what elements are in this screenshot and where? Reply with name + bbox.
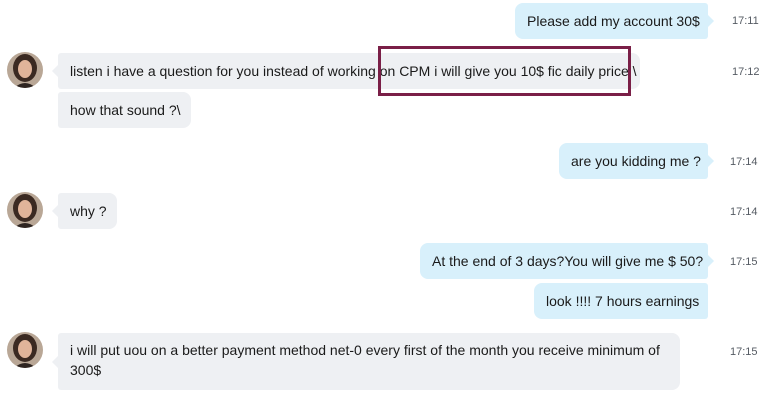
- message-bubble-incoming[interactable]: why ?: [52, 193, 117, 229]
- message-text: how that sound ?\: [70, 102, 181, 118]
- message-timestamp: 17:11: [732, 15, 759, 27]
- contact-avatar-icon: [7, 192, 43, 228]
- message-text: i will put uou on a better payment metho…: [70, 342, 660, 378]
- message-text: listen i have a question for you instead…: [70, 63, 637, 79]
- avatar[interactable]: [7, 192, 43, 228]
- message-text: At the end of 3 days?You will give me $ …: [432, 253, 704, 269]
- contact-avatar-icon: [7, 52, 43, 88]
- message-text: are you kidding me ?: [571, 153, 701, 169]
- avatar[interactable]: [7, 332, 43, 368]
- message-timestamp: 17:15: [730, 256, 758, 268]
- message-bubble-outgoing[interactable]: look !!!! 7 hours earnings: [534, 283, 708, 319]
- message-bubble-outgoing[interactable]: are you kidding me ?: [559, 143, 714, 179]
- message-bubble-outgoing[interactable]: Please add my account 30$: [515, 3, 714, 39]
- avatar[interactable]: [7, 52, 43, 88]
- message-text: Please add my account 30$: [527, 13, 700, 29]
- message-bubble-incoming[interactable]: listen i have a question for you instead…: [52, 53, 640, 89]
- message-timestamp: 17:14: [730, 206, 758, 218]
- contact-avatar-icon: [7, 332, 43, 368]
- message-timestamp: 17:15: [730, 346, 758, 358]
- message-timestamp: 17:12: [732, 66, 760, 78]
- message-text: look !!!! 7 hours earnings: [546, 293, 700, 309]
- chat-conversation: Please add my account 30$ 17:11 listen i…: [0, 0, 771, 402]
- message-timestamp: 17:14: [730, 156, 758, 168]
- message-text: why ?: [70, 203, 107, 219]
- message-bubble-outgoing[interactable]: At the end of 3 days?You will give me $ …: [420, 243, 714, 279]
- message-bubble-incoming[interactable]: i will put uou on a better payment metho…: [52, 333, 680, 390]
- message-bubble-incoming[interactable]: how that sound ?\: [58, 92, 191, 128]
